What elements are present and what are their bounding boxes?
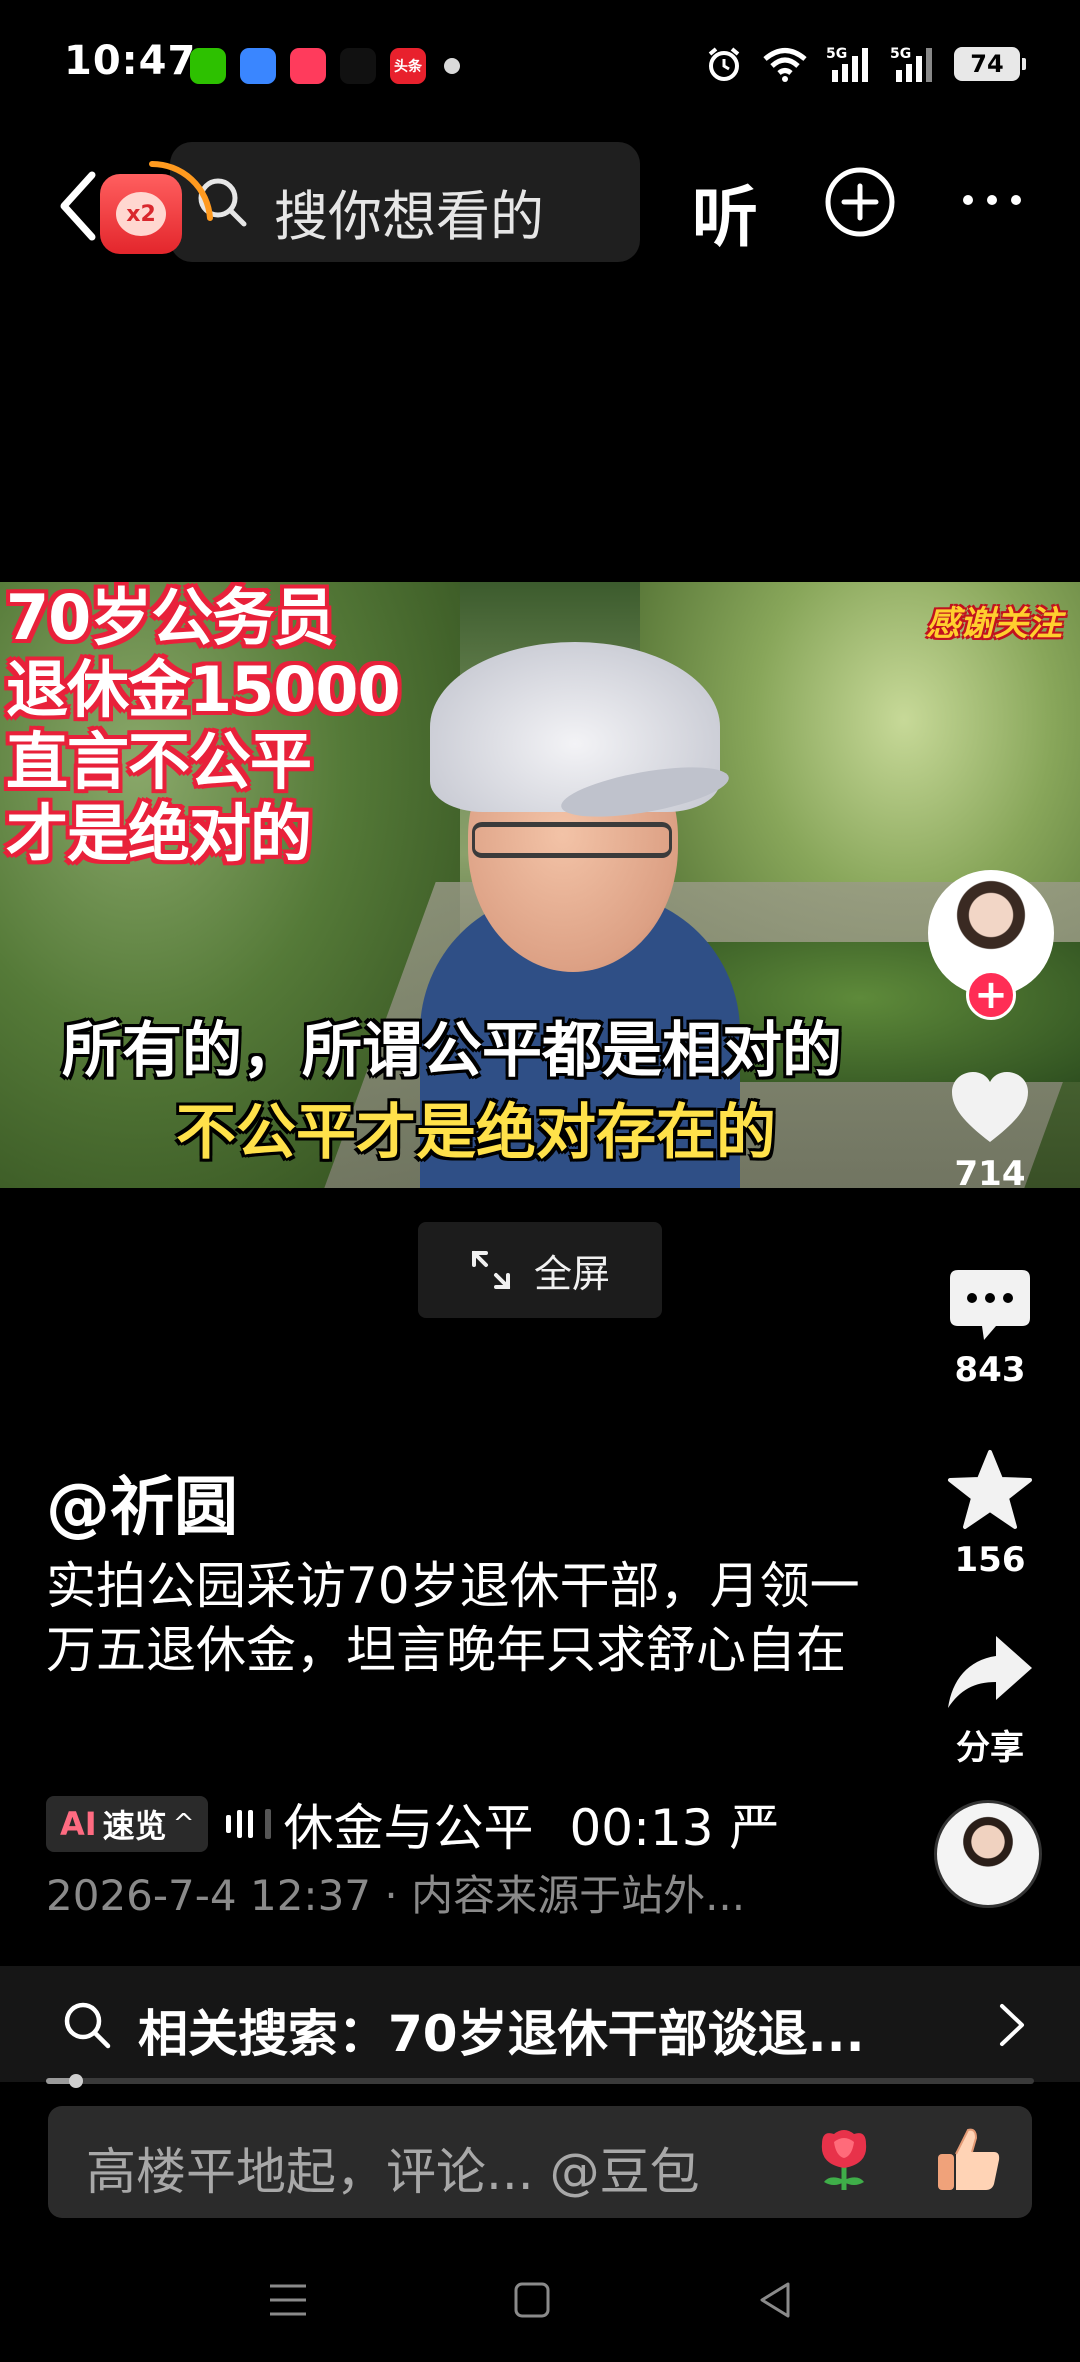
wechat-icon bbox=[190, 48, 226, 84]
thumbs-up-emoji-icon[interactable] bbox=[932, 2124, 1004, 2196]
comment-input[interactable]: 高楼平地起，评论... @豆包 bbox=[48, 2106, 1032, 2218]
redpacket-multiplier: x2 bbox=[116, 192, 166, 236]
home-icon[interactable] bbox=[510, 2278, 554, 2322]
more-notifications-dot bbox=[444, 58, 460, 74]
like-button[interactable]: 714 bbox=[920, 1070, 1060, 1194]
comment-placeholder: 高楼平地起，评论... @豆包 bbox=[86, 2143, 700, 2201]
back-triangle-icon[interactable] bbox=[754, 2278, 798, 2322]
rose-emoji-icon[interactable] bbox=[808, 2124, 880, 2196]
video-person-glasses bbox=[472, 822, 672, 858]
svg-text:5G: 5G bbox=[826, 46, 847, 62]
chevron-up-icon: ^ bbox=[172, 1809, 195, 1839]
share-button[interactable]: 分享 bbox=[920, 1632, 1060, 1769]
comment-count: 843 bbox=[954, 1350, 1026, 1390]
toutiao-icon: 头条 bbox=[390, 48, 426, 84]
video-subtitle-line2: 不公平才是绝对存在的 bbox=[176, 1098, 776, 1168]
more-icon[interactable] bbox=[960, 188, 1024, 212]
listen-button[interactable]: 听 bbox=[692, 164, 758, 260]
star-icon bbox=[948, 1450, 1032, 1529]
video-subtitle-line1: 所有的，所谓公平都是相对的 bbox=[62, 1016, 842, 1086]
share-label: 分享 bbox=[956, 1728, 1024, 1768]
ai-logo: AI bbox=[60, 1805, 97, 1843]
video-title-line: 直言不公平 bbox=[6, 725, 312, 798]
system-navigation-bar bbox=[0, 2238, 1080, 2362]
signal-5g-icon-1: 5G bbox=[826, 46, 868, 82]
author-name[interactable]: @祈圆 bbox=[46, 1456, 238, 1548]
favorite-button[interactable]: 156 bbox=[920, 1448, 1060, 1580]
video-title-line: 70岁公务员 bbox=[6, 582, 335, 654]
favorite-count: 156 bbox=[954, 1540, 1026, 1580]
expand-icon bbox=[471, 1251, 510, 1289]
follow-plus-button[interactable]: + bbox=[966, 970, 1016, 1020]
top-nav: 搜你想看的 x2 听 bbox=[0, 136, 1080, 266]
video-title-overlay: 70岁公务员 退休金15000 直言不公平 才是绝对的 bbox=[0, 582, 440, 870]
add-icon[interactable] bbox=[824, 166, 896, 238]
ai-topic[interactable]: 休金与公平 bbox=[283, 1788, 533, 1860]
music-disc-avatar[interactable] bbox=[934, 1800, 1042, 1908]
like-count: 714 bbox=[954, 1154, 1026, 1194]
related-search-text: 相关搜索：70岁退休干部谈退... bbox=[138, 2005, 865, 2063]
ai-summary-label: 速览 bbox=[102, 1807, 167, 1845]
share-arrow-icon bbox=[948, 1636, 1032, 1708]
chevron-right-icon bbox=[1000, 2004, 1024, 2046]
ai-timestamp[interactable]: 00:13 严 bbox=[569, 1788, 779, 1860]
heart-icon bbox=[952, 1072, 1028, 1142]
status-bar: 10:47 头条 5G 5G 74 bbox=[0, 0, 1080, 136]
fullscreen-button[interactable]: 全屏 bbox=[418, 1222, 662, 1318]
search-placeholder: 搜你想看的 bbox=[274, 185, 544, 248]
fullscreen-label: 全屏 bbox=[533, 1251, 610, 1296]
ai-summary-button[interactable]: AI 速览 ^ bbox=[46, 1796, 209, 1852]
video-title-line: 退休金15000 bbox=[6, 653, 401, 726]
video-title-line: 才是绝对的 bbox=[6, 797, 312, 870]
browser-icon bbox=[240, 48, 276, 84]
playback-progress-knob[interactable] bbox=[68, 2074, 83, 2088]
svg-text:5G: 5G bbox=[890, 46, 911, 62]
battery-indicator: 74 bbox=[954, 47, 1026, 81]
search-bar[interactable]: 搜你想看的 bbox=[170, 142, 640, 262]
status-right-icons: 5G 5G 74 bbox=[704, 44, 1026, 84]
ai-summary-row: AI 速览 ^ 休金与公平 00:13 严 bbox=[46, 1796, 779, 1857]
status-time: 10:47 bbox=[64, 38, 197, 84]
audio-wave-icon bbox=[226, 1809, 272, 1839]
video-feed-screen: 10:47 头条 5G 5G 74 搜你想看的 x2 听 70岁公务员 退休金1… bbox=[0, 0, 1080, 2362]
search-icon bbox=[64, 2002, 111, 2049]
thanks-follow-badge: 感谢关注 bbox=[926, 604, 1062, 644]
video-description: 实拍公园采访70岁退休干部，月领一万五退休金，坦言晚年只求舒心自在 bbox=[46, 1557, 860, 1679]
game-icon bbox=[290, 48, 326, 84]
signal-5g-icon-2: 5G bbox=[890, 46, 932, 82]
notification-icons: 头条 bbox=[190, 48, 460, 84]
tiktok-icon bbox=[340, 48, 376, 84]
menu-icon[interactable] bbox=[266, 2278, 310, 2322]
related-search-bar[interactable]: 相关搜索：70岁退休干部谈退... bbox=[0, 1966, 1080, 2082]
post-meta: 2026-7-4 12:37 · 内容来源于站外... bbox=[46, 1871, 746, 1920]
playback-progress-bar[interactable] bbox=[46, 2074, 1034, 2088]
redpacket-reward-button[interactable]: x2 bbox=[96, 160, 213, 256]
comment-button[interactable]: 843 bbox=[920, 1268, 1060, 1390]
comment-icon bbox=[950, 1270, 1030, 1340]
alarm-icon bbox=[708, 47, 740, 81]
wifi-icon bbox=[763, 48, 807, 82]
video-player[interactable]: 70岁公务员 退休金15000 直言不公平 才是绝对的 感谢关注 所有的，所谓公平都是… bbox=[0, 582, 1080, 1188]
